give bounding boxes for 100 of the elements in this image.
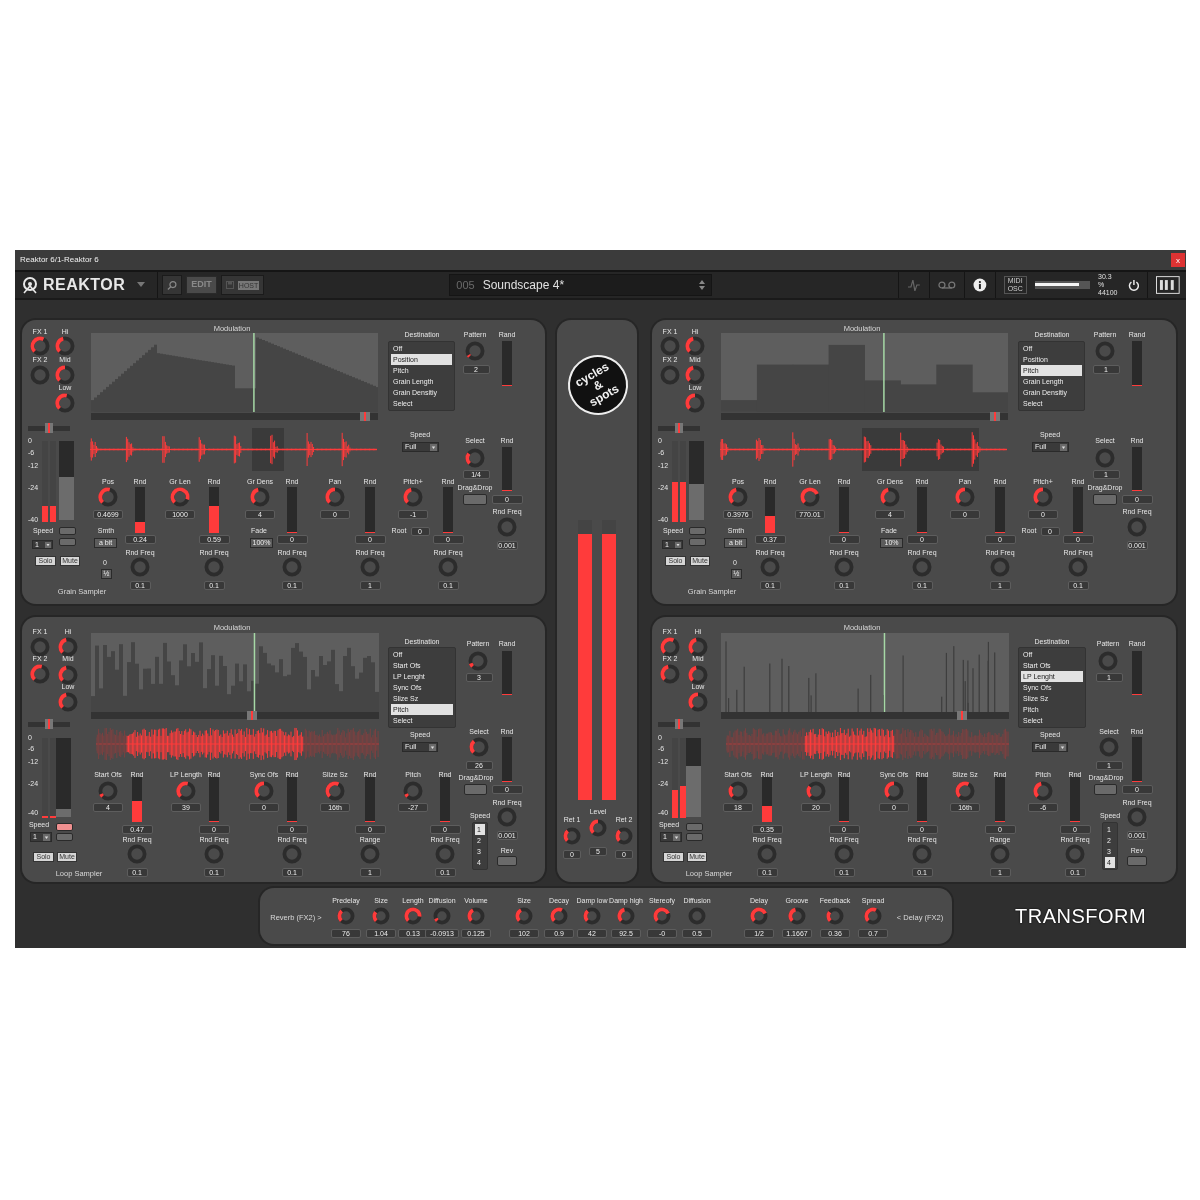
knob[interactable] xyxy=(806,781,826,801)
knob[interactable] xyxy=(469,737,489,757)
knob[interactable] xyxy=(589,819,607,837)
knob[interactable] xyxy=(660,664,680,684)
slider[interactable] xyxy=(443,487,453,533)
knob[interactable] xyxy=(864,907,882,925)
slider-thumb[interactable] xyxy=(675,423,683,433)
knob[interactable] xyxy=(337,907,355,925)
toggle-button[interactable] xyxy=(686,823,703,831)
slider[interactable] xyxy=(132,777,142,822)
slider[interactable] xyxy=(135,487,145,533)
slider[interactable] xyxy=(995,777,1005,822)
volume-slider[interactable] xyxy=(1034,281,1090,289)
knob[interactable] xyxy=(30,637,50,657)
power-icon[interactable] xyxy=(1127,279,1140,291)
knob[interactable] xyxy=(515,907,533,925)
knob[interactable] xyxy=(884,781,904,801)
pan-slider[interactable] xyxy=(28,426,70,431)
scroll-bar[interactable] xyxy=(721,413,1008,420)
slider[interactable] xyxy=(1132,447,1142,491)
knob[interactable] xyxy=(325,781,345,801)
toggle-button[interactable] xyxy=(686,833,703,841)
knob[interactable] xyxy=(404,907,422,925)
knob[interactable] xyxy=(728,781,748,801)
knob[interactable] xyxy=(170,487,190,507)
toggle-button[interactable] xyxy=(56,823,73,831)
knob[interactable] xyxy=(98,487,118,507)
drop-button[interactable] xyxy=(463,494,487,505)
knob[interactable] xyxy=(55,365,75,385)
slider[interactable] xyxy=(917,487,927,533)
drop-button[interactable] xyxy=(1094,784,1117,795)
slider[interactable] xyxy=(209,777,219,822)
knob[interactable] xyxy=(688,665,708,685)
knob[interactable] xyxy=(880,487,900,507)
stepper-icon[interactable] xyxy=(699,280,706,290)
scroll-bar[interactable] xyxy=(91,413,378,420)
knob[interactable] xyxy=(653,907,671,925)
waveform-drawing[interactable] xyxy=(720,428,1007,471)
knob[interactable] xyxy=(372,907,390,925)
pan-slider[interactable] xyxy=(658,722,700,727)
knob[interactable] xyxy=(550,907,568,925)
preset-field[interactable]: 005 Soundscape 4* xyxy=(449,274,713,296)
slider[interactable] xyxy=(1132,737,1142,782)
knob[interactable] xyxy=(728,487,748,507)
slider[interactable] xyxy=(995,487,1005,533)
knob[interactable] xyxy=(688,637,708,657)
knob[interactable] xyxy=(617,907,635,925)
knob[interactable] xyxy=(403,487,423,507)
toggle-button[interactable] xyxy=(56,833,73,841)
knob[interactable] xyxy=(58,637,78,657)
slider[interactable] xyxy=(502,651,512,695)
scroll-bar[interactable] xyxy=(91,712,379,719)
knob[interactable] xyxy=(468,651,488,671)
knob[interactable] xyxy=(660,637,680,657)
slider[interactable] xyxy=(502,447,512,491)
knob[interactable] xyxy=(465,448,485,468)
slider[interactable] xyxy=(762,777,772,822)
knob[interactable] xyxy=(1033,781,1053,801)
slider[interactable] xyxy=(365,487,375,533)
reverse-button[interactable] xyxy=(497,856,517,866)
knob[interactable] xyxy=(55,336,75,356)
knob[interactable] xyxy=(685,393,705,413)
slider-thumb[interactable] xyxy=(45,719,53,729)
drop-button[interactable] xyxy=(1093,494,1117,505)
knob[interactable] xyxy=(467,907,485,925)
slider[interactable] xyxy=(209,487,219,533)
slider[interactable] xyxy=(1070,777,1080,822)
toggle-button[interactable] xyxy=(689,527,706,535)
knob[interactable] xyxy=(685,336,705,356)
tape-icon[interactable] xyxy=(938,280,956,290)
waveform-icon[interactable] xyxy=(907,278,922,292)
slider[interactable] xyxy=(440,777,450,822)
waveform-drawing[interactable] xyxy=(90,428,377,471)
knob[interactable] xyxy=(1033,487,1053,507)
search-button[interactable] xyxy=(162,275,183,295)
slider[interactable] xyxy=(1132,651,1142,695)
slider[interactable] xyxy=(765,487,775,533)
toggle-button[interactable] xyxy=(59,527,76,535)
volume-fader[interactable] xyxy=(59,441,74,520)
slider[interactable] xyxy=(502,737,512,782)
knob[interactable] xyxy=(826,907,844,925)
knob[interactable] xyxy=(98,781,118,801)
slider[interactable] xyxy=(287,777,297,822)
knob[interactable] xyxy=(30,664,50,684)
close-button[interactable]: x xyxy=(1171,253,1185,267)
volume-fader[interactable] xyxy=(689,441,704,520)
knob[interactable] xyxy=(800,487,820,507)
slider[interactable] xyxy=(502,341,512,386)
pan-slider[interactable] xyxy=(28,722,70,727)
slider[interactable] xyxy=(839,777,849,822)
toggle-button[interactable] xyxy=(59,538,76,546)
knob[interactable] xyxy=(955,781,975,801)
knob[interactable] xyxy=(254,781,274,801)
waveform-drawing[interactable] xyxy=(96,725,379,763)
scroll-thumb[interactable] xyxy=(957,711,968,720)
pan-slider[interactable] xyxy=(658,426,700,431)
slider[interactable] xyxy=(1132,341,1142,386)
slider[interactable] xyxy=(917,777,927,822)
knob[interactable] xyxy=(58,665,78,685)
knob[interactable] xyxy=(250,487,270,507)
